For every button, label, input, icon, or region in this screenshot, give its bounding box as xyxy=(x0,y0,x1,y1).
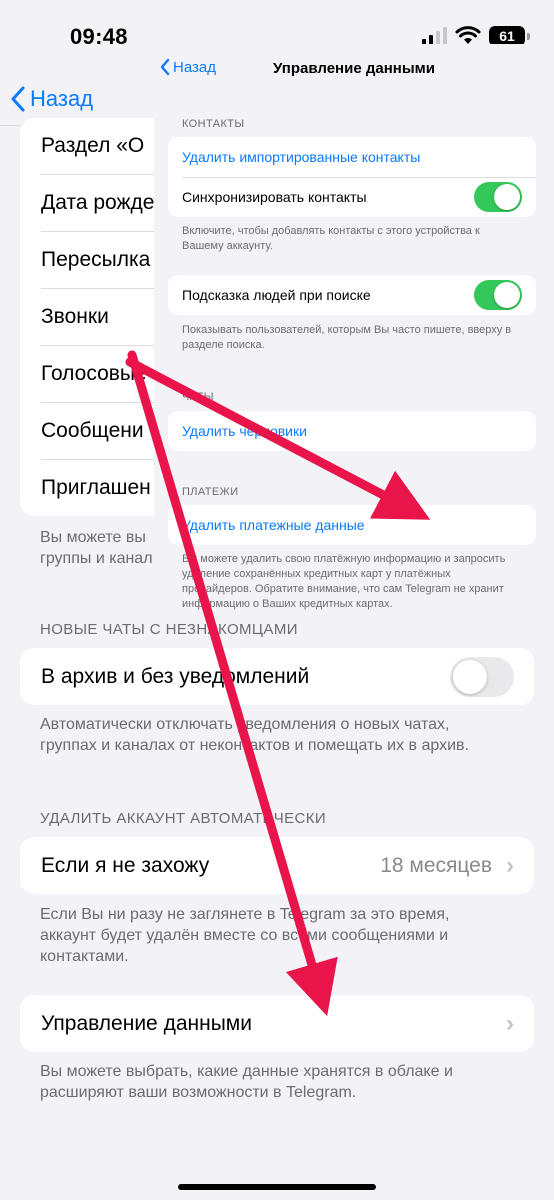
annotation-arrows xyxy=(125,350,431,1017)
